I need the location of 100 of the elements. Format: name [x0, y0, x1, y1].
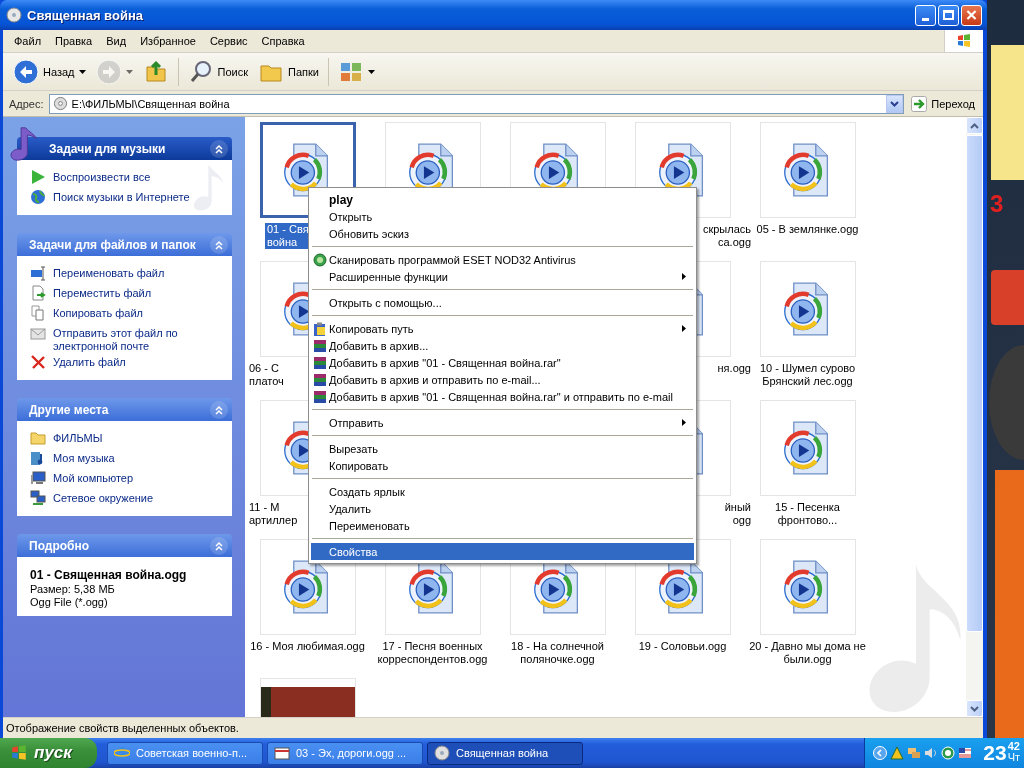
menu-item[interactable]: Расширенные функции — [311, 268, 694, 285]
task-link[interactable]: Переименовать файл — [30, 264, 223, 284]
menu-item[interactable]: Вырезать — [311, 440, 694, 457]
submenu-arrow-icon — [682, 325, 686, 332]
clock-minute: 42 — [1007, 741, 1020, 752]
file-name[interactable]: 17 - Песня военных корреспондентов.ogg — [374, 640, 491, 666]
start-button[interactable]: пуск — [0, 738, 97, 768]
scrollbar-thumb[interactable] — [966, 135, 983, 632]
collapse-button[interactable] — [210, 139, 228, 158]
task-link[interactable]: Отправить этот файл по электронной почте — [30, 324, 223, 353]
menu-item[interactable]: Добавить в архив... — [311, 337, 694, 354]
menu-item[interactable]: Избранное — [133, 35, 203, 47]
right-arrow-icon — [911, 95, 928, 112]
collapse-button[interactable] — [210, 400, 228, 419]
task-link[interactable]: Копировать файл — [30, 304, 223, 324]
section-title: Подробно — [29, 538, 90, 553]
triangle-icon[interactable] — [890, 746, 905, 760]
menu-item[interactable]: Отправить — [311, 414, 694, 431]
menu-item[interactable]: Добавить в архив "01 - Священная война.rar" и отправить по e-mail — [311, 388, 694, 405]
books-icon — [313, 355, 327, 370]
menu-item[interactable]: Сканировать программой ESET NOD32 Antivirus — [311, 251, 694, 268]
menu-item[interactable]: Справка — [254, 35, 312, 47]
taskbar-button[interactable]: 03 - Эх, дороги.ogg ... — [267, 741, 423, 765]
clock-day: Чт — [1007, 752, 1020, 763]
task-link[interactable]: Мой компьютер — [30, 469, 223, 489]
menu-item[interactable]: Переименовать — [311, 517, 694, 534]
menu-item[interactable]: Файл — [7, 35, 49, 47]
film-icon — [274, 745, 290, 761]
chevron-left-icon[interactable] — [873, 746, 888, 760]
minimize-button[interactable] — [915, 4, 936, 26]
task-link[interactable]: Поиск музыки в Интернете — [30, 188, 223, 208]
file-name[interactable]: 16 - Моя любимая.ogg — [249, 640, 366, 653]
task-link[interactable]: Сетевое окружение — [30, 489, 223, 509]
caret-icon — [890, 100, 900, 107]
file-name[interactable]: 18 - На солнечной поляночке.ogg — [499, 640, 616, 666]
section-title: Другие места — [29, 402, 109, 417]
disc-icon — [434, 745, 450, 761]
address-field[interactable]: E:\ФИЛЬМЫ\Священная война — [48, 93, 905, 114]
window-title: Священная война — [27, 7, 144, 23]
folder-icon — [30, 430, 46, 446]
caret-up-icon — [970, 122, 979, 129]
folders-button[interactable]: Папки — [254, 55, 323, 88]
menu-item[interactable]: Копировать путь — [311, 320, 694, 337]
close-icon — [966, 10, 977, 20]
page-arrow-icon — [30, 285, 46, 301]
envelope-icon — [30, 325, 46, 341]
menu-item[interactable]: Вид — [99, 35, 134, 47]
close-button[interactable] — [961, 4, 982, 26]
file-name[interactable]: 01 - Свя война — [265, 223, 311, 249]
menu-item[interactable]: Удалить — [311, 500, 694, 517]
menu-item[interactable]: Сервис — [202, 35, 255, 47]
task-link[interactable]: Удалить файл — [30, 353, 223, 373]
collapse-button[interactable] — [210, 536, 228, 555]
menu-item[interactable]: Свойства — [311, 543, 694, 560]
submenu-arrow-icon — [682, 273, 686, 280]
disc-icon — [52, 96, 68, 111]
circle-icon[interactable] — [941, 746, 956, 760]
circle-icon — [313, 252, 327, 267]
detail-text: Ogg File (*.ogg) — [30, 596, 109, 609]
menu-item[interactable]: play — [311, 191, 694, 208]
collapse-button[interactable] — [210, 235, 228, 254]
file-name[interactable]: 19 - Соловьи.ogg — [624, 640, 741, 653]
disc-icon — [6, 7, 22, 23]
menu-item[interactable]: Создать ярлык — [311, 483, 694, 500]
submenu-arrow-icon — [682, 419, 686, 426]
task-link[interactable]: ФИЛЬМЫ — [30, 429, 223, 449]
play-icon — [30, 169, 46, 185]
cross-icon — [30, 354, 46, 370]
flag-icon[interactable] — [958, 746, 973, 760]
caret-icon — [970, 705, 979, 712]
menu-item[interactable]: Правка — [48, 35, 100, 47]
pages-icon — [30, 305, 46, 321]
file-name[interactable]: 10 - Шумел сурово Брянский лес.ogg — [749, 362, 866, 388]
scroll-down-button[interactable] — [966, 700, 983, 717]
back-button[interactable]: Назад — [9, 55, 90, 88]
search-button[interactable]: Поиск — [183, 55, 252, 88]
go-button[interactable]: Переход — [909, 93, 981, 114]
chevron-up-icon — [213, 238, 225, 251]
menu-item[interactable]: Обновить эскиз — [311, 225, 694, 242]
dropdown-button[interactable] — [886, 94, 904, 113]
widget-text: 3 — [990, 190, 1004, 218]
task-link[interactable]: Переместить файл — [30, 284, 223, 304]
menu-item[interactable]: Добавить в архив "01 - Священная война.rar" — [311, 354, 694, 371]
maximize-icon — [943, 10, 954, 20]
section-title: Задачи для музыки — [49, 141, 166, 156]
chevron-up-icon — [213, 539, 225, 552]
menu-item[interactable]: Копировать — [311, 457, 694, 474]
task-link[interactable]: Воспроизвести все — [30, 168, 223, 188]
taskbar-button[interactable]: Священная война — [427, 741, 583, 765]
file-name[interactable]: 20 - Давно мы дома не были.ogg — [749, 640, 866, 666]
menu-item[interactable]: Открыть — [311, 208, 694, 225]
scroll-up-button[interactable] — [966, 117, 983, 134]
menu-item[interactable]: Открыть с помощью... — [311, 294, 694, 311]
maximize-button[interactable] — [938, 4, 959, 26]
task-link[interactable]: Моя музыка — [30, 449, 223, 469]
taskbar-button[interactable]: Советская военно-п... — [107, 741, 263, 765]
speaker-icon[interactable] — [924, 746, 939, 760]
clipboard-icon — [313, 321, 327, 336]
menu-item[interactable]: Добавить в архив и отправить по e-mail... — [311, 371, 694, 388]
address-label: Адрес: — [9, 97, 44, 110]
